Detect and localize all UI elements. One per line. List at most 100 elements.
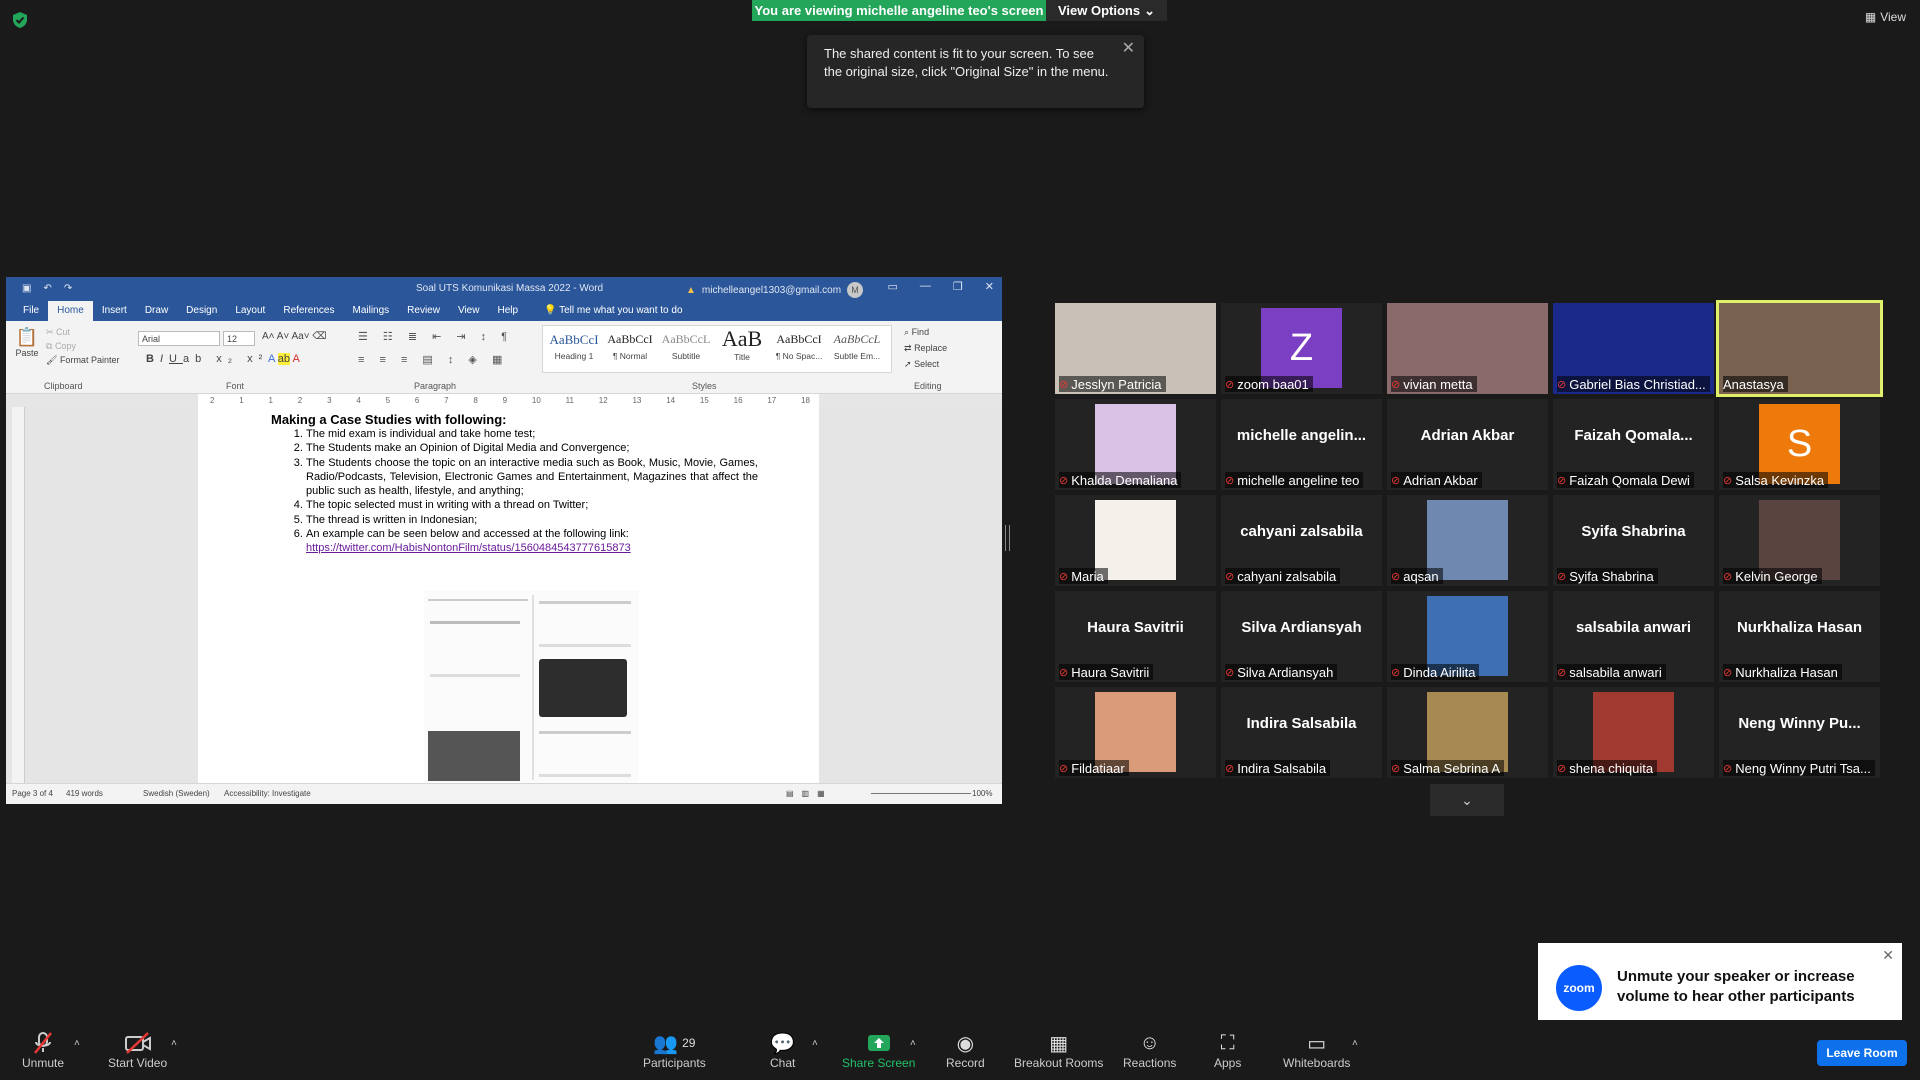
participant-tile[interactable]: ⊘ Khalda Demaliana: [1055, 399, 1216, 490]
record-label: Record: [946, 1056, 985, 1070]
participant-tile[interactable]: ⊘ vivian metta: [1387, 303, 1548, 394]
participant-name-tag: ⊘ Salsa Kevinzka: [1723, 472, 1829, 488]
gallery-next-page-button[interactable]: ⌄: [1430, 784, 1504, 816]
muted-mic-icon: ⊘: [1557, 762, 1567, 775]
share-options-caret-icon[interactable]: ˄: [910, 1038, 916, 1049]
participant-tile[interactable]: Z ⊘ zoom baa01: [1221, 303, 1382, 394]
participant-tile[interactable]: ⊘ Maria: [1055, 495, 1216, 586]
participant-tile[interactable]: Faizah Qomala... ⊘ Faizah Qomala Dewi: [1553, 399, 1714, 490]
muted-mic-icon: ⊘: [1391, 570, 1401, 583]
participant-tile[interactable]: salsabila anwari ⊘ salsabila anwari: [1553, 591, 1714, 682]
language-status: Swedish (Sweden): [143, 789, 210, 798]
participant-display-name: cahyani zalsabila: [1240, 523, 1363, 540]
muted-mic-icon: ⊘: [1225, 762, 1235, 775]
copy-label: Copy: [54, 341, 76, 351]
ruler-mark: 8: [473, 396, 478, 405]
participant-tile[interactable]: Haura Savitrii ⊘ Haura Savitrii: [1055, 591, 1216, 682]
participant-name-tag: ⊘ Fildatiaar: [1059, 760, 1129, 776]
zoom-level: 100%: [972, 789, 993, 798]
video-options-caret-icon[interactable]: ˄: [171, 1038, 177, 1049]
ruler-mark: 11: [565, 396, 574, 405]
participant-display-name: Silva Ardiansyah: [1241, 619, 1362, 636]
participant-tile[interactable]: ⊘ shena chiquita: [1553, 687, 1714, 778]
replace-button: ⇄ Replace: [904, 343, 947, 354]
participant-tile[interactable]: Adrian Akbar ⊘ Adrian Akbar: [1387, 399, 1548, 490]
tab-home: Home: [48, 301, 93, 321]
participant-tile[interactable]: ⊘ Jesslyn Patricia: [1055, 303, 1216, 394]
participant-tile[interactable]: S ⊘ Salsa Kevinzka: [1719, 399, 1880, 490]
breakout-rooms-icon: ▦: [1049, 1032, 1069, 1055]
muted-mic-icon: ⊘: [1225, 666, 1235, 679]
list-item: The mid exam is individual and take home…: [306, 427, 758, 441]
breakout-rooms-button[interactable]: ▦ Breakout Rooms: [1014, 1030, 1103, 1071]
whiteboard-options-caret-icon[interactable]: ˄: [1352, 1038, 1358, 1049]
participant-tile[interactable]: Neng Winny Pu... ⊘ Neng Winny Putri Tsa...: [1719, 687, 1880, 778]
close-icon[interactable]: ✕: [1882, 947, 1894, 964]
font-color-buttons: A ab A: [268, 353, 300, 365]
ruler-mark: 2: [210, 396, 215, 405]
participants-icon: 👥 29: [653, 1032, 696, 1055]
participant-tile[interactable]: Indira Salsabila ⊘ Indira Salsabila: [1221, 687, 1382, 778]
participant-tile[interactable]: ⊘ Gabriel Bias Christiad...: [1553, 303, 1714, 394]
participant-name-tag: ⊘ Neng Winny Putri Tsa...: [1723, 760, 1875, 776]
tell-me-box: 💡 Tell me what you want to do: [535, 301, 691, 321]
participant-tile[interactable]: michelle angelin... ⊘ michelle angeline te…: [1221, 399, 1382, 490]
participant-name-tag: ⊘ shena chiquita: [1557, 760, 1658, 776]
participant-tile[interactable]: ⊘ Kelvin George: [1719, 495, 1880, 586]
start-video-button[interactable]: Start Video: [108, 1030, 167, 1070]
participant-tile[interactable]: ⊘ Dinda Airilita: [1387, 591, 1548, 682]
share-screen-icon: [867, 1030, 891, 1056]
participant-tile[interactable]: cahyani zalsabila ⊘ cahyani zalsabila: [1221, 495, 1382, 586]
paste-label: Paste: [15, 348, 39, 358]
ruler-marks: 2 1 1 2 3 4 5 6 7 8 9 10 11 12 13 14 15 …: [210, 396, 810, 405]
ruler-mark: 14: [666, 396, 676, 405]
whiteboards-button[interactable]: ▭ Whiteboards: [1283, 1030, 1351, 1071]
participant-name-tag: ⊘ Faizah Qomala Dewi: [1557, 472, 1694, 488]
leave-room-button[interactable]: Leave Room: [1817, 1040, 1907, 1066]
muted-mic-icon: ⊘: [1225, 474, 1235, 487]
splitter-handle[interactable]: [1005, 525, 1010, 551]
chat-button[interactable]: 💬 Chat: [770, 1030, 795, 1071]
chat-options-caret-icon[interactable]: ˄: [812, 1038, 818, 1049]
tooltip-text: The shared content is fit to your screen…: [824, 46, 1109, 79]
reactions-button[interactable]: ☺ Reactions: [1123, 1030, 1176, 1071]
audio-options-caret-icon[interactable]: ˄: [74, 1038, 80, 1049]
participant-tile[interactable]: ⊘ Salma Sebrina A: [1387, 687, 1548, 778]
participants-button[interactable]: 👥 29 Participants: [643, 1030, 706, 1071]
participant-name: Nurkhaliza Hasan: [1735, 664, 1838, 680]
tab-file: File: [23, 305, 40, 316]
participant-name: zoom baa01: [1237, 376, 1309, 392]
participant-tile[interactable]: Silva Ardiansyah ⊘ Silva Ardiansyah: [1221, 591, 1382, 682]
participant-name: Gabriel Bias Christiad...: [1569, 376, 1706, 392]
participant-name: michelle angeline teo: [1237, 472, 1360, 488]
close-icon[interactable]: ✕: [1122, 40, 1135, 58]
participant-tile[interactable]: ⊘ Fildatiaar: [1055, 687, 1216, 778]
participant-tile[interactable]: Nurkhaliza Hasan ⊘ Nurkhaliza Hasan: [1719, 591, 1880, 682]
participant-tile[interactable]: ⊘ aqsan: [1387, 495, 1548, 586]
document-heading: Making a Case Studies with following:: [271, 412, 507, 427]
participant-name-tag: ⊘ Dinda Airilita: [1391, 664, 1480, 680]
participant-name: Maria: [1071, 568, 1104, 584]
participant-tile[interactable]: Anastasya: [1716, 300, 1883, 397]
view-options-button[interactable]: View Options ⌄: [1046, 0, 1167, 21]
share-screen-button[interactable]: Share Screen: [842, 1030, 915, 1070]
tell-me-text: Tell me what you want to do: [559, 305, 683, 316]
ruler-mark: 5: [385, 396, 391, 405]
clipboard-icon: 📋: [15, 327, 39, 347]
apps-button[interactable]: ⛶ Apps: [1214, 1030, 1241, 1071]
muted-mic-icon: ⊘: [1723, 474, 1733, 487]
muted-mic-icon: ⊘: [1059, 474, 1069, 487]
participant-display-name: michelle angelin...: [1236, 427, 1367, 444]
view-button[interactable]: ▦ View: [1865, 10, 1906, 24]
security-shield-icon[interactable]: [11, 11, 29, 29]
unmute-button[interactable]: Unmute: [22, 1030, 64, 1070]
ruler-mark: 13: [632, 396, 642, 405]
style-heading-1: AaBbCcI Heading 1: [547, 332, 601, 361]
find-label: Find: [911, 327, 930, 337]
whiteboards-label: Whiteboards: [1283, 1056, 1351, 1070]
participant-tile[interactable]: Syifa Shabrina ⊘ Syifa Shabrina: [1553, 495, 1714, 586]
ruler-mark: 17: [767, 396, 777, 405]
style-normal: AaBbCcI ¶ Normal: [603, 332, 657, 361]
participant-name-tag: ⊘ Kelvin George: [1723, 568, 1822, 584]
record-button[interactable]: ◉ Record: [946, 1030, 985, 1071]
